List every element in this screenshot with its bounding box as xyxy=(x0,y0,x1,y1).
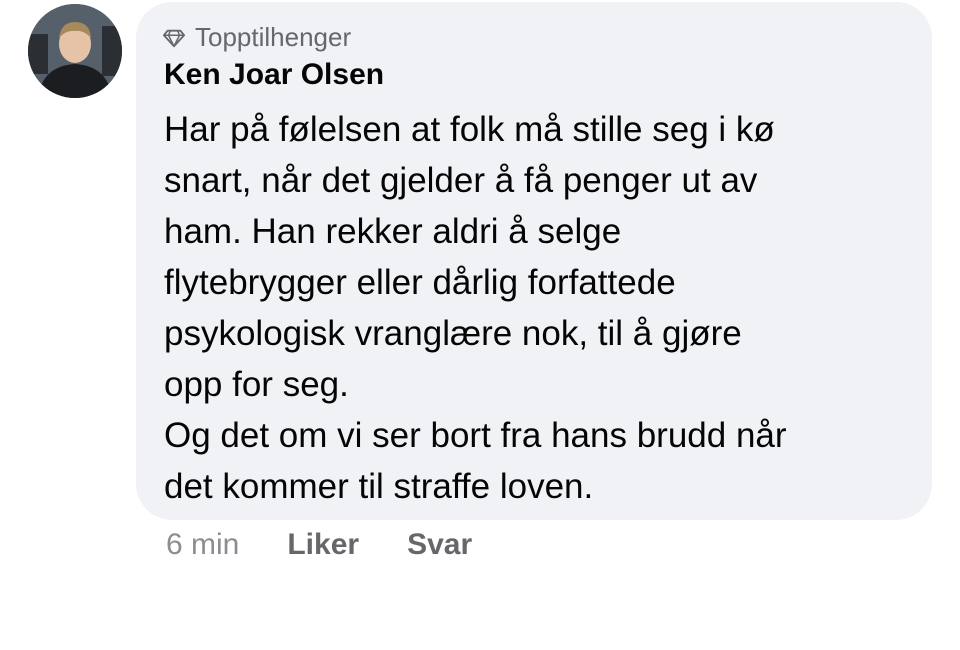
profile-photo xyxy=(28,4,122,98)
comment-line: Og det om vi ser bort fra hans brudd når xyxy=(164,416,787,455)
diamond-icon xyxy=(163,29,185,47)
comment-line: ham. Han rekker aldri å selge xyxy=(164,212,622,251)
comment-text: Har på følelsen at folk må stille seg i … xyxy=(164,104,904,512)
comment-line: Har på følelsen at folk må stille seg i … xyxy=(164,110,775,149)
comment-timestamp[interactable]: 6 min xyxy=(166,528,239,562)
like-button[interactable]: Liker xyxy=(287,528,359,562)
comment-line: snart, når det gjelder å få penger ut av xyxy=(164,161,758,200)
comment-line: flytebrygger eller dårlig forfattede xyxy=(164,263,676,302)
top-fan-badge: Topptilhenger xyxy=(163,22,351,53)
comment-line: psykologisk vranglære nok, til å gjøre xyxy=(164,314,742,353)
reply-button[interactable]: Svar xyxy=(407,528,472,562)
comment-line: opp for seg. xyxy=(164,365,349,404)
comment-line: det kommer til straffe loven. xyxy=(164,467,594,506)
avatar[interactable] xyxy=(28,4,122,98)
comment-author[interactable]: Ken Joar Olsen xyxy=(164,58,384,92)
badge-label: Topptilhenger xyxy=(195,22,352,52)
comment-actions: 6 min Liker Svar xyxy=(166,528,520,562)
